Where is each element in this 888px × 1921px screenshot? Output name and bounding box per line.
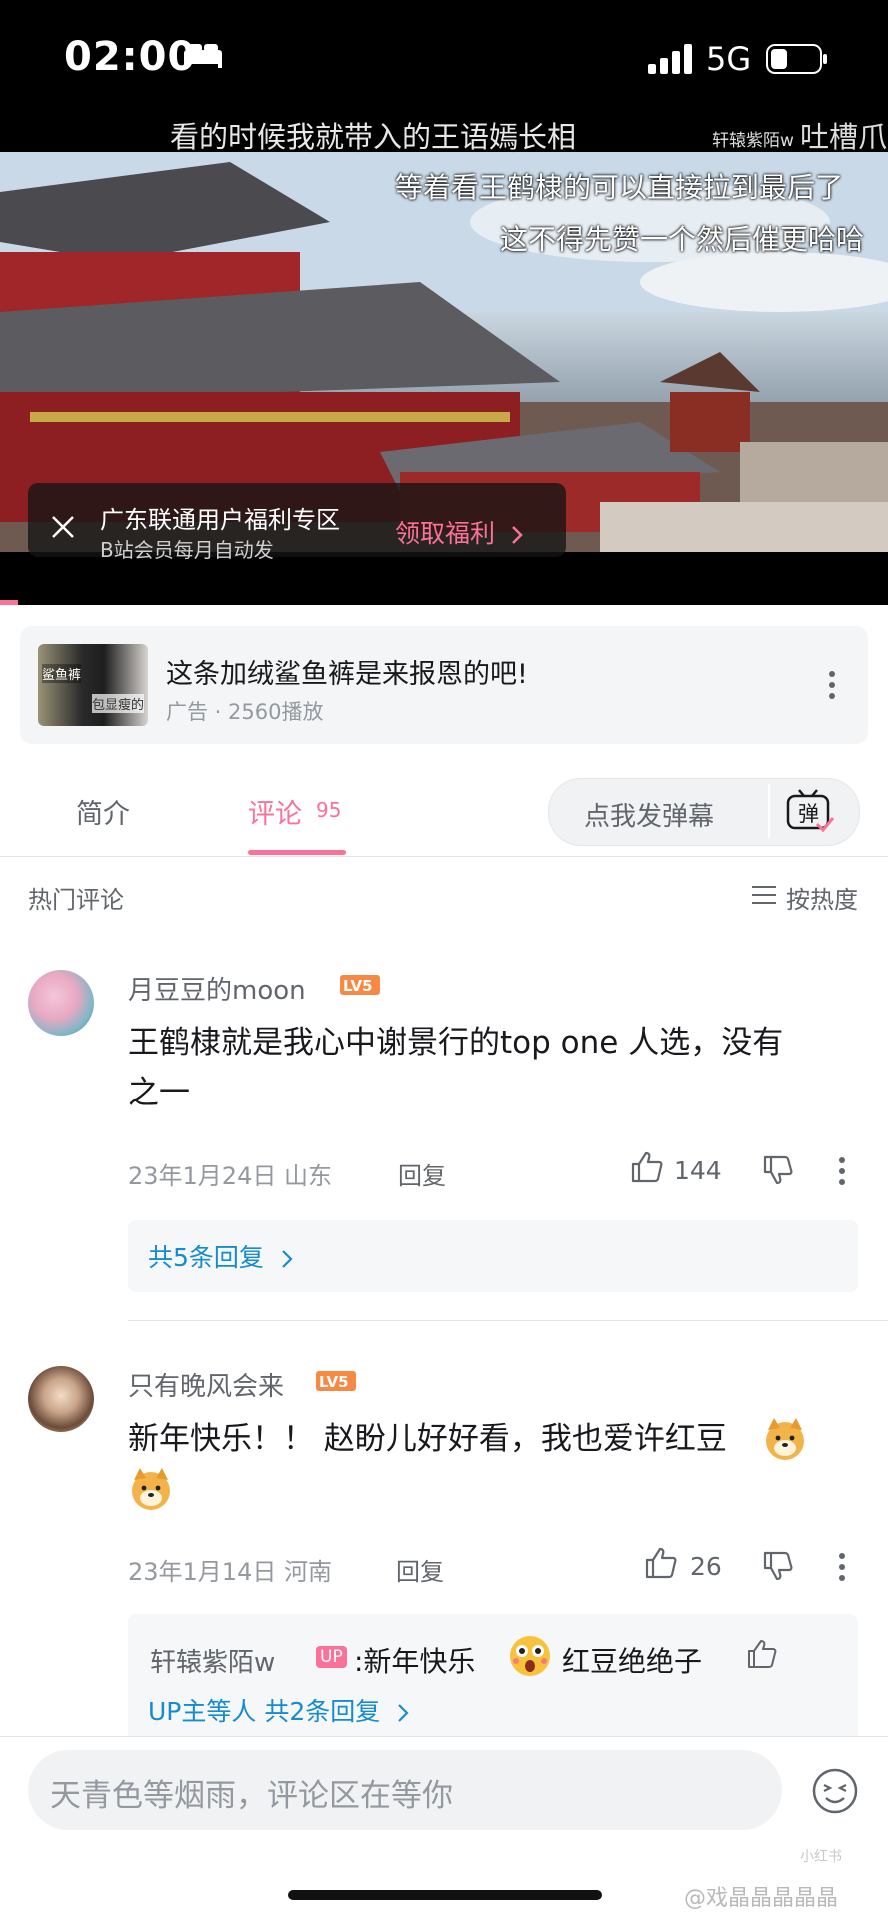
battery-icon (766, 44, 827, 74)
level-badge-icon: LV5 (340, 975, 380, 995)
promo-claim-button[interactable]: 领取福利 (395, 514, 525, 550)
view-replies-link[interactable]: UP主等人 共2条回复 (148, 1692, 410, 1728)
watermark-small: 小红书 (800, 1849, 842, 1865)
ad-thumbnail[interactable] (38, 644, 148, 726)
sleep-icon (184, 44, 222, 68)
reply-button[interactable]: 回复 (398, 1156, 446, 1191)
up-badge: UP (316, 1646, 347, 1668)
divider (768, 784, 770, 838)
more-vertical-icon[interactable] (834, 1552, 850, 1582)
tab-active-indicator (248, 850, 346, 855)
comments-count: 95 (316, 798, 342, 822)
danmaku-comment: 吐槽爪 (800, 120, 888, 154)
thumb-down-icon[interactable] (762, 1550, 794, 1582)
more-vertical-icon[interactable] (820, 668, 844, 702)
status-time: 02:00 (64, 34, 197, 80)
danmaku-username: 轩辕紫陌w (712, 131, 794, 151)
ad-title[interactable]: 这条加绒鲨鱼裤是来报恩的吧! (166, 652, 528, 691)
video-progress-bar[interactable] (0, 600, 18, 605)
like-count: 144 (674, 1156, 722, 1185)
home-indicator[interactable] (288, 1890, 602, 1900)
divider (128, 1320, 888, 1321)
watermark: @戏晶晶晶晶晶 (684, 1886, 839, 1911)
comment-text (128, 1466, 174, 1527)
level-badge-text: LV5 (319, 1373, 349, 1391)
network-label: 5G (706, 40, 752, 78)
danmaku-icon: 弹 (786, 789, 835, 833)
reply-text: :新年快乐 (354, 1645, 476, 1678)
level-badge-text: LV5 (343, 977, 373, 995)
reply-username[interactable]: 轩辕紫陌w (150, 1642, 275, 1679)
comment-text: 新年快乐！！ 赵盼儿好好看，我也爱许红豆 (128, 1421, 727, 1457)
comment-input-placeholder: 天青色等烟雨，评论区在等你 (50, 1778, 453, 1814)
danmaku-input-placeholder: 点我发弹幕 (584, 802, 715, 832)
ad-thumbnail-caption: 鲨鱼裤 (42, 664, 82, 683)
chevron-right-icon (398, 1704, 409, 1722)
ad-thumbnail-caption: 包显瘦的 (92, 694, 145, 713)
comment-text: 之一 (128, 1075, 190, 1111)
danmaku-toggle-button[interactable]: 弹 (785, 788, 835, 834)
chevron-right-icon (282, 1250, 293, 1268)
thumb-down-icon[interactable] (762, 1154, 794, 1186)
level-badge-icon: LV5 (316, 1371, 356, 1391)
emoji-icon[interactable] (810, 1766, 860, 1816)
reply-button[interactable]: 回复 (396, 1552, 444, 1587)
comment-username[interactable]: 月豆豆的moon (128, 970, 306, 1007)
view-replies-link[interactable]: 共5条回复 (148, 1238, 294, 1274)
avatar[interactable] (28, 970, 94, 1036)
sort-button[interactable]: 按热度 (786, 880, 858, 915)
signal-icon (648, 44, 692, 74)
reply-text: 红豆绝绝子 (562, 1645, 703, 1678)
hot-comments-title: 热门评论 (28, 886, 124, 914)
thumb-up-icon[interactable] (630, 1150, 664, 1184)
sort-icon[interactable] (752, 884, 776, 906)
comment-username[interactable]: 只有晚风会来 (128, 1366, 284, 1403)
comment-date-location: 23年1月14日 河南 (128, 1558, 332, 1586)
danmaku-comment: 这不得先赞一个然后催更哈哈 (500, 223, 865, 256)
doge-emoji-icon (132, 1468, 170, 1510)
comment-text: 王鹤棣就是我心中谢景行的top one 人选，没有 (128, 1025, 784, 1061)
thumb-up-icon[interactable] (746, 1638, 778, 1670)
ad-meta: 广告 · 2560播放 (166, 700, 324, 724)
tab-comments[interactable]: 评论 (248, 792, 302, 831)
close-icon[interactable] (48, 512, 78, 542)
danmaku-icon-glyph: 弹 (798, 802, 819, 826)
view-replies-label: UP主等人 共2条回复 (148, 1697, 381, 1726)
danmaku-comment: 看的时候我就带入的王语嫣长相 (170, 120, 577, 154)
more-vertical-icon[interactable] (834, 1156, 850, 1186)
promo-title: 广东联通用户福利专区 (100, 506, 340, 534)
promo-subtitle: B站会员每月自动发 (100, 538, 274, 562)
shocked-emoji-icon (510, 1636, 550, 1676)
tab-intro[interactable]: 简介 (76, 792, 130, 831)
danmaku-comment: 等着看王鹤棣的可以直接拉到最后了 (395, 171, 844, 204)
like-count: 26 (690, 1552, 722, 1581)
chevron-right-icon (512, 526, 523, 544)
doge-emoji-icon (766, 1418, 804, 1460)
promo-claim-label: 领取福利 (395, 519, 496, 548)
avatar[interactable] (28, 1366, 94, 1432)
thumb-up-icon[interactable] (644, 1546, 678, 1580)
view-replies-label: 共5条回复 (148, 1243, 264, 1272)
comment-date-location: 23年1月24日 山东 (128, 1162, 332, 1190)
